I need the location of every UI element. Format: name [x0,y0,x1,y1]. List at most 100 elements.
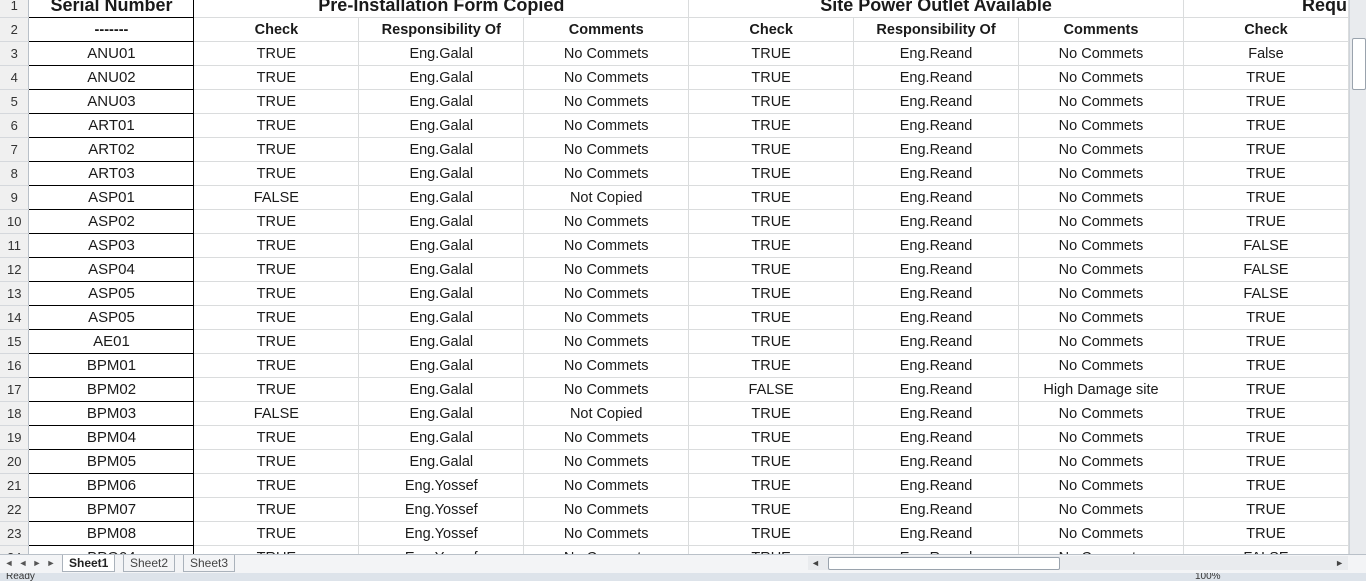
table-row[interactable]: 18 BPM03 FALSE Eng.Galal Not Copied TRUE Eng.R… [0,401,1349,426]
comments-cell[interactable]: No Commets [1018,329,1184,354]
responsibility-cell[interactable]: Eng.Reand [853,329,1020,354]
responsibility-cell[interactable]: Eng.Galal [358,185,525,210]
table-row[interactable]: 21 BPM06 TRUE Eng.Yossef No Commets TRUE Eng.R… [0,473,1349,498]
responsibility-cell[interactable]: Eng.Reand [853,89,1020,114]
table-row[interactable]: 14 ASP05 TRUE Eng.Galal No Commets TRUE Eng.Re… [0,305,1349,330]
check-cell[interactable]: FALSE [193,185,360,210]
comments-cell[interactable]: No Commets [523,425,690,450]
check-cell[interactable]: TRUE [1183,185,1349,210]
comments-cell[interactable]: No Commets [523,89,690,114]
comments-cell[interactable]: No Commets [523,161,690,186]
row-header[interactable]: 9 [0,185,30,210]
tab-sheet1[interactable]: Sheet1 [62,555,116,572]
check-cell[interactable]: TRUE [193,137,360,162]
responsibility-cell[interactable]: Eng.Yossef [358,473,525,498]
row-header[interactable]: 15 [0,329,30,354]
table-row[interactable]: 12 ASP04 TRUE Eng.Galal No Commets TRUE Eng.Re… [0,257,1349,282]
table-row[interactable]: 4 ANU02 TRUE Eng.Galal No Commets TRUE Eng.Rea… [0,65,1349,90]
subheader-check3[interactable]: Check [1183,17,1349,42]
subheader-serial[interactable]: ------- [28,17,195,42]
check-cell[interactable]: TRUE [193,305,360,330]
header-pre-installation[interactable]: Pre-Installation Form Copied [193,0,690,18]
responsibility-cell[interactable]: Eng.Reand [853,209,1020,234]
row-header[interactable]: 21 [0,473,30,498]
check-cell[interactable]: TRUE [193,353,360,378]
comments-cell[interactable]: No Commets [1018,137,1184,162]
serial-cell[interactable]: ART03 [28,161,195,186]
check-cell[interactable]: FALSE [1183,281,1349,306]
comments-cell[interactable]: No Commets [523,137,690,162]
check-cell[interactable]: TRUE [688,521,855,546]
comments-cell[interactable]: No Commets [523,257,690,282]
responsibility-cell[interactable]: Eng.Galal [358,449,525,474]
check-cell[interactable]: TRUE [688,65,855,90]
serial-cell[interactable]: ANU01 [28,41,195,66]
responsibility-cell[interactable]: Eng.Reand [853,497,1020,522]
row-header[interactable]: 8 [0,161,30,186]
serial-cell[interactable]: BPM02 [28,377,195,402]
scroll-left-icon[interactable]: ◄ [811,556,820,570]
row-header[interactable]: 13 [0,281,30,306]
check-cell[interactable]: TRUE [688,353,855,378]
serial-cell[interactable]: BPM01 [28,353,195,378]
subheader-check2[interactable]: Check [688,17,855,42]
comments-cell[interactable]: No Commets [1018,185,1184,210]
comments-cell[interactable]: No Commets [1018,233,1184,258]
row-header[interactable]: 14 [0,305,30,330]
check-cell[interactable]: TRUE [688,305,855,330]
serial-cell[interactable]: AE01 [28,329,195,354]
check-cell[interactable]: TRUE [193,425,360,450]
check-cell[interactable]: TRUE [1183,353,1349,378]
check-cell[interactable]: TRUE [688,137,855,162]
row-header[interactable]: 2 [0,17,30,42]
check-cell[interactable]: TRUE [1183,473,1349,498]
check-cell[interactable]: TRUE [688,161,855,186]
row-header[interactable]: 22 [0,497,30,522]
responsibility-cell[interactable]: Eng.Reand [853,353,1020,378]
comments-cell[interactable]: Not Copied [523,401,690,426]
responsibility-cell[interactable]: Eng.Reand [853,185,1020,210]
horizontal-scroll-thumb[interactable] [828,557,1060,570]
vertical-scrollbar[interactable] [1349,0,1366,554]
comments-cell[interactable]: No Commets [1018,113,1184,138]
responsibility-cell[interactable]: Eng.Reand [853,113,1020,138]
check-cell[interactable]: TRUE [1183,425,1349,450]
check-cell[interactable]: TRUE [1183,329,1349,354]
next-sheet-icon[interactable]: ► [31,556,43,571]
tab-sheet3[interactable]: Sheet3 [183,555,236,572]
table-row[interactable]: 6 ART01 TRUE Eng.Galal No Commets TRUE Eng.Rea… [0,113,1349,138]
comments-cell[interactable]: No Commets [523,449,690,474]
serial-cell[interactable]: BPM08 [28,521,195,546]
check-cell[interactable]: TRUE [193,89,360,114]
comments-cell[interactable]: No Commets [523,353,690,378]
check-cell[interactable]: TRUE [193,545,360,554]
check-cell[interactable]: TRUE [193,161,360,186]
responsibility-cell[interactable]: Eng.Yossef [358,521,525,546]
check-cell[interactable]: FALSE [1183,545,1349,554]
comments-cell[interactable]: No Commets [523,521,690,546]
comments-cell[interactable]: No Commets [523,473,690,498]
comments-cell[interactable]: No Commets [1018,497,1184,522]
comments-cell[interactable]: No Commets [1018,473,1184,498]
responsibility-cell[interactable]: Eng.Reand [853,377,1020,402]
comments-cell[interactable]: No Commets [523,113,690,138]
responsibility-cell[interactable]: Eng.Galal [358,377,525,402]
responsibility-cell[interactable]: Eng.Galal [358,281,525,306]
table-row[interactable]: 13 ASP05 TRUE Eng.Galal No Commets TRUE Eng.Re… [0,281,1349,306]
responsibility-cell[interactable]: Eng.Reand [853,161,1020,186]
row-header[interactable]: 23 [0,521,30,546]
table-row[interactable]: 11 ASP03 TRUE Eng.Galal No Commets TRUE Eng.Re… [0,233,1349,258]
table-row[interactable]: 9 ASP01 FALSE Eng.Galal Not Copied TRUE Eng.Re… [0,185,1349,210]
table-row[interactable]: 16 BPM01 TRUE Eng.Galal No Commets TRUE Eng.Re… [0,353,1349,378]
check-cell[interactable]: TRUE [1183,305,1349,330]
check-cell[interactable]: TRUE [1183,497,1349,522]
check-cell[interactable]: TRUE [193,449,360,474]
check-cell[interactable]: TRUE [1183,161,1349,186]
responsibility-cell[interactable]: Eng.Galal [358,329,525,354]
responsibility-cell[interactable]: Eng.Galal [358,209,525,234]
header-site-power[interactable]: Site Power Outlet Available [688,0,1184,18]
row-header[interactable]: 11 [0,233,30,258]
responsibility-cell[interactable]: Eng.Reand [853,257,1020,282]
table-row[interactable]: 15 AE01 TRUE Eng.Galal No Commets TRUE Eng.Rea… [0,329,1349,354]
check-cell[interactable]: TRUE [688,449,855,474]
